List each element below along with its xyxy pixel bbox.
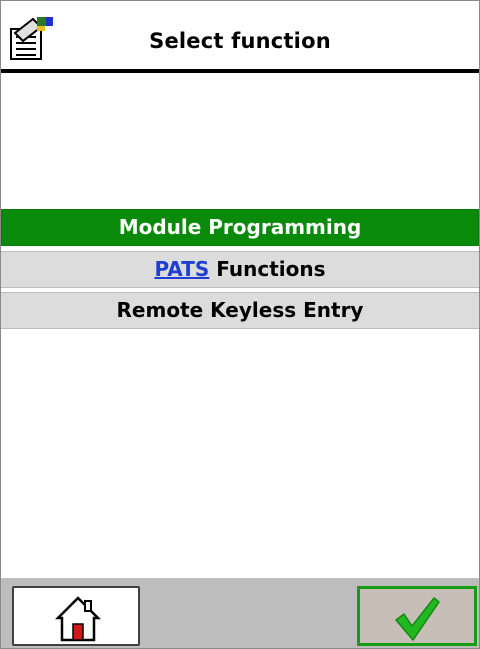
home-button[interactable]: [12, 586, 140, 646]
pats-link[interactable]: PATS: [154, 257, 209, 281]
menu-item-label: Functions: [209, 257, 326, 281]
menu-item-module-programming[interactable]: Module Programming: [1, 209, 479, 246]
menu-item-label: Remote Keyless Entry: [116, 298, 364, 322]
footer-bar: [1, 578, 479, 648]
menu-item-remote-keyless-entry[interactable]: Remote Keyless Entry: [1, 292, 479, 329]
confirm-button[interactable]: [357, 586, 477, 646]
menu-item-pats-functions[interactable]: PATS Functions: [1, 251, 479, 288]
checkmark-icon: [395, 597, 440, 641]
home-icon: [54, 596, 102, 642]
page-title: Select function: [149, 29, 331, 53]
header-bar: Select function: [1, 1, 479, 69]
app-window: Select function Module Programming PATS …: [0, 0, 480, 649]
menu-item-label: Module Programming: [118, 215, 362, 239]
header-divider: [1, 69, 479, 73]
